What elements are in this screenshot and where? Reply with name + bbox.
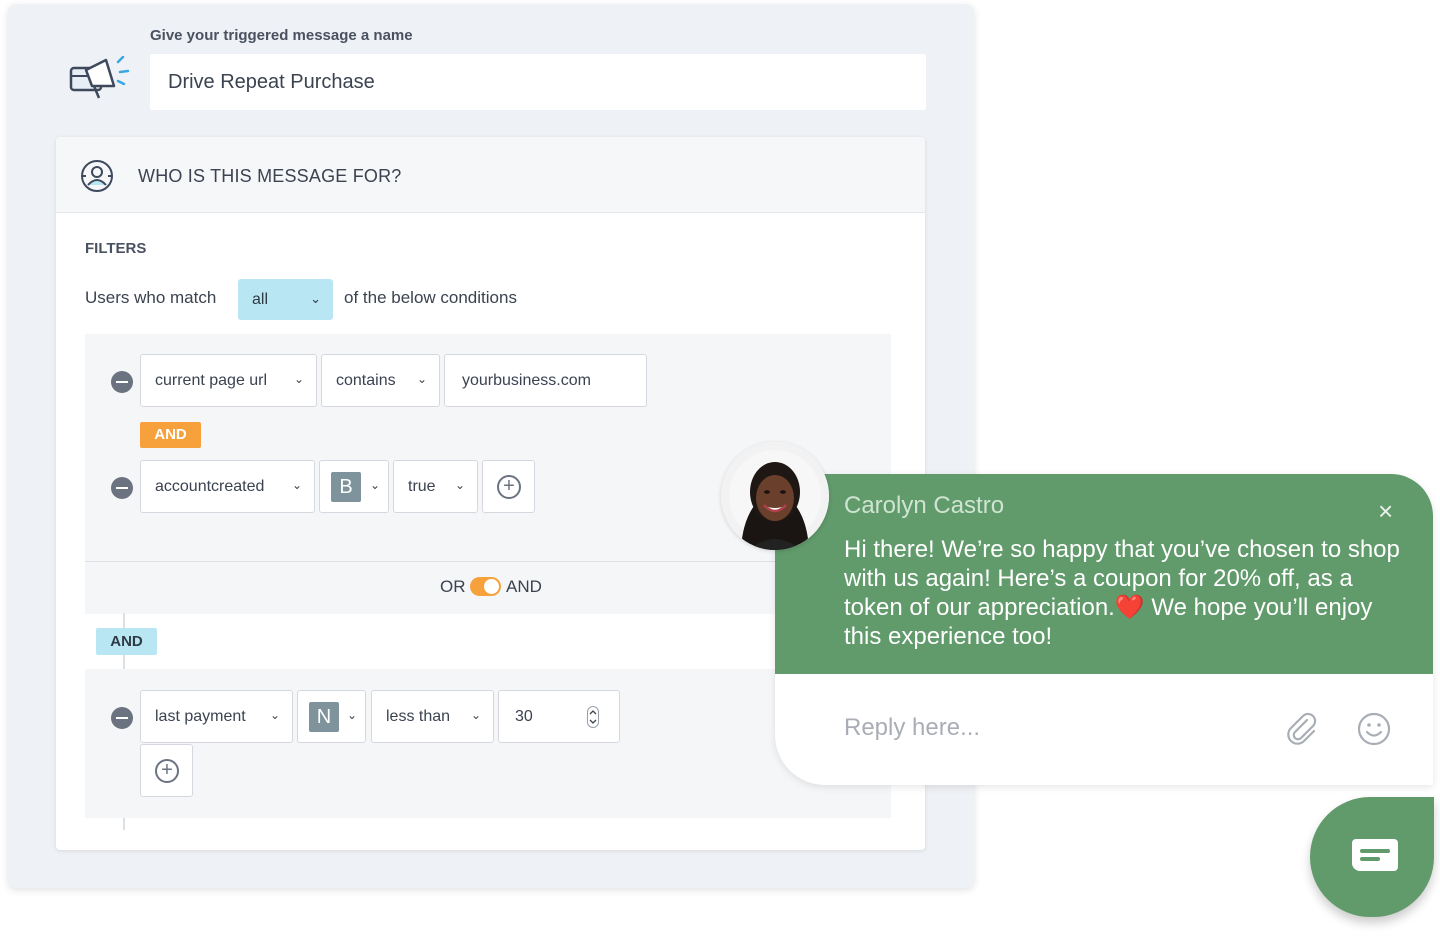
message-name-label: Give your triggered message a name	[150, 27, 413, 44]
toggle-or-label: OR	[440, 577, 466, 596]
attribute-select[interactable]: accountcreated ⌄	[140, 460, 315, 513]
chevron-down-icon: ⌄	[346, 708, 357, 722]
reply-input[interactable]: Reply here...	[844, 714, 980, 742]
avatar-photo	[721, 442, 829, 550]
chevron-down-icon: ⌄	[470, 708, 481, 722]
chevron-down-icon: ⌄	[310, 291, 321, 306]
attribute-select[interactable]: last payment ⌄	[140, 690, 293, 743]
plus-icon: +	[155, 759, 179, 783]
connector-line	[123, 818, 125, 830]
add-condition-button[interactable]: +	[140, 744, 193, 797]
match-mode-select[interactable]: all ⌄	[238, 279, 333, 320]
filters-label: FILTERS	[85, 240, 147, 257]
number-input[interactable]: 30	[498, 690, 620, 743]
group-divider	[85, 561, 891, 562]
match-prefix: Users who match	[85, 288, 217, 307]
type-select[interactable]: B ⌄	[319, 460, 389, 513]
value-text: true	[408, 477, 436, 495]
remove-condition-button[interactable]	[111, 707, 133, 729]
remove-condition-button[interactable]	[111, 477, 133, 499]
operator-value: contains	[336, 371, 396, 389]
chevron-down-icon: ⌄	[269, 708, 280, 722]
chat-message-text: Hi there! We’re so happy that you’ve cho…	[844, 536, 1400, 650]
chevron-down-icon: ⌄	[291, 478, 302, 492]
chevron-down-icon: ⌄	[369, 478, 380, 492]
group-and-badge[interactable]: AND	[96, 628, 157, 655]
match-suffix: of the below conditions	[344, 288, 517, 307]
chevron-down-icon: ⌄	[416, 372, 427, 386]
message-name-input[interactable]: Drive Repeat Purchase	[150, 54, 926, 110]
number-type-badge: N	[309, 701, 339, 732]
chat-message-panel: Carolyn Castro × Hi there! We’re so happ…	[775, 474, 1433, 674]
value-input[interactable]: yourbusiness.com	[444, 354, 647, 407]
stepper-icon[interactable]	[587, 706, 599, 728]
operator-select[interactable]: contains ⌄	[321, 354, 440, 407]
audience-title: WHO IS THIS MESSAGE FOR?	[138, 166, 402, 186]
user-target-icon	[81, 160, 113, 192]
chevron-down-icon: ⌄	[454, 478, 465, 492]
attribute-value: accountcreated	[155, 477, 265, 495]
remove-condition-button[interactable]	[111, 371, 133, 393]
or-and-toggle[interactable]	[470, 577, 501, 596]
add-condition-button[interactable]: +	[482, 460, 535, 513]
close-icon[interactable]: ×	[1378, 498, 1400, 524]
attribute-value: last payment	[155, 707, 246, 725]
number-value: 30	[515, 707, 533, 725]
emoji-icon[interactable]	[1357, 712, 1391, 746]
and-connector-badge[interactable]: AND	[140, 422, 201, 448]
attribute-value: current page url	[155, 371, 268, 389]
plus-icon: +	[497, 475, 521, 499]
attribute-select[interactable]: current page url ⌄	[140, 354, 317, 407]
operator-select[interactable]: less than ⌄	[371, 690, 494, 743]
chevron-down-icon: ⌄	[293, 372, 304, 386]
chat-sender-name: Carolyn Castro	[844, 492, 1005, 519]
toggle-and-label: AND	[506, 577, 542, 596]
chat-launcher-button[interactable]	[1310, 797, 1434, 917]
operator-value: less than	[386, 707, 451, 725]
value-select[interactable]: true ⌄	[393, 460, 478, 513]
chat-bubble-icon	[1352, 839, 1398, 871]
boolean-type-badge: B	[331, 471, 361, 502]
agent-avatar	[721, 442, 829, 550]
match-mode-value: all	[252, 291, 269, 308]
audience-header: WHO IS THIS MESSAGE FOR?	[56, 137, 925, 213]
type-select[interactable]: N ⌄	[297, 690, 366, 743]
chat-widget: Carolyn Castro × Hi there! We’re so happ…	[775, 474, 1433, 785]
paperclip-icon[interactable]	[1285, 712, 1319, 746]
megaphone-icon	[69, 56, 130, 99]
